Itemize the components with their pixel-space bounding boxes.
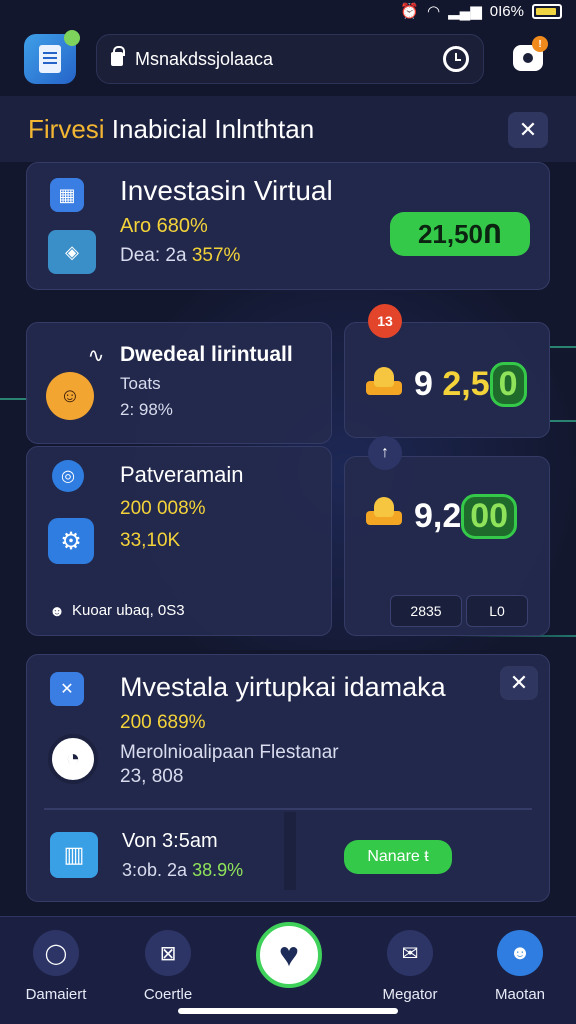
dividend-card-value: 2: 98% [120,400,173,419]
dividend-card-title: Dwedeal lirintuall [120,343,293,366]
divider [44,808,532,810]
score-bottom-white: 9,2 [414,497,462,535]
close-icon: ✕ [509,670,529,695]
box-icon: ⊠ [145,930,191,976]
close-icon: ✕ [518,117,538,142]
address-bar[interactable]: Msnakdssjolaaca [96,34,484,84]
address-text: Msnakdssjolaaca [135,48,274,69]
nav-label: Maotan [494,986,546,1003]
virtual-portfolio-line3: 23, 808 [120,766,184,787]
divider-vertical [284,812,296,890]
decor-line [550,420,576,422]
investment-card-line1: Aro 680% [120,215,208,237]
wallet-icon: ◈ [48,230,96,274]
heart-icon: ♥ [278,936,300,974]
portfolio-card-line2: 33,10K [120,530,181,551]
gauge-icon: ◔ [48,734,98,784]
nav-item-profile[interactable]: ☻ Maotan [470,930,570,1003]
chat-badge: ! [532,36,548,52]
virtual-portfolio-line2: Merolnioalipaan Flestanar [120,742,339,763]
score-top-white: 9 [414,365,433,403]
home-circle-icon: ◯ [33,930,79,976]
investment-value-pill[interactable]: 21,50Ո [390,212,530,256]
lock-icon [111,46,125,66]
history-clock-icon[interactable] [443,46,469,72]
close-portfolio-button[interactable]: ✕ [500,666,538,700]
page-title: Firvesi Inabicial Inlnthtan [28,114,314,145]
home-indicator[interactable] [178,1008,398,1014]
compass-icon: ◎ [52,460,84,492]
portfolio-card-line1: 200 008% [120,498,206,519]
app-icon[interactable] [24,30,80,84]
crown-icon [366,496,402,526]
page-title-rest: Inabicial Inlnthtan [111,114,315,144]
virtual-portfolio-line1: 200 689% [120,712,206,733]
nav-label: Megator [382,986,438,1003]
score-badge: 13 [368,304,402,338]
close-header-button[interactable]: ✕ [508,112,548,148]
battery-text: 0I6% [489,2,524,20]
nav-item-messages[interactable]: ✉ Megator [360,930,460,1003]
nav-label: Damaiert [25,986,87,1003]
score-top-value: 9 2,5 0 [414,362,527,407]
score-box-1[interactable]: 2835 [390,595,462,627]
crown-icon [366,366,402,396]
notification-dot [64,30,80,46]
decor-line [550,346,576,348]
virtual-portfolio-title: Mvestala yirtupkai idamaka [120,672,446,702]
alarm-icon: ⏰ [400,3,419,20]
chat-icon: ✉ [387,930,433,976]
investment-card-label: Dea: 2a [120,245,187,266]
score-box-2[interactable]: L0 [466,595,528,627]
pin-icon: ↑ [368,436,402,470]
smiley-icon: ☻ [49,602,65,620]
score-bottom-box: 00 [461,494,518,539]
signal-icon: ▂▄▆ [448,3,482,20]
wifi-icon: ◠ [427,3,441,20]
favorites-button[interactable]: ♥ [256,922,322,988]
virtual-portfolio-sub-title: Von 3:5am [122,830,218,852]
investment-card-title: Investasin Virtual [120,175,333,206]
decor-line [0,398,28,400]
lock-box-icon: ✕ [50,672,84,706]
chart-trend-icon: ∿ [87,344,105,367]
status-bar: ⏰ ◠ ▂▄▆ 0I6% [0,0,576,24]
settings-gear-icon: ⚙ [48,518,94,564]
chat-button[interactable]: ! [508,36,548,78]
bar-chart-icon: ▥ [50,832,98,878]
portfolio-card-title: Patveramain [120,462,244,487]
dividend-card-subtitle: Toats [120,374,161,393]
score-top-yellow: 2,5 [442,365,490,403]
virtual-portfolio-sub-value: 38.9% [192,860,244,880]
document-icon [39,45,61,73]
coin-avatar-icon: ☺ [46,372,94,420]
nav-item-content[interactable]: ⊠ Coertle [118,930,218,1003]
battery-icon [532,3,562,19]
portfolio-card-footer: Kuoar ubaq, 0S3 [72,602,185,619]
nav-item-dashboard[interactable]: ◯ Damaiert [6,930,106,1003]
score-top-box: 0 [489,362,527,407]
page-title-accent: Firvesi [28,114,105,144]
manage-button[interactable]: Nanare ŧ [344,840,452,874]
score-bottom-value: 9,2 00 [414,494,518,539]
investment-card-value: 357% [191,245,241,266]
nav-label: Coertle [143,986,193,1003]
virtual-portfolio-sub-label: 3:ob. 2a [122,860,188,880]
bank-icon: ▦ [50,178,84,212]
profile-icon: ☻ [497,930,543,976]
